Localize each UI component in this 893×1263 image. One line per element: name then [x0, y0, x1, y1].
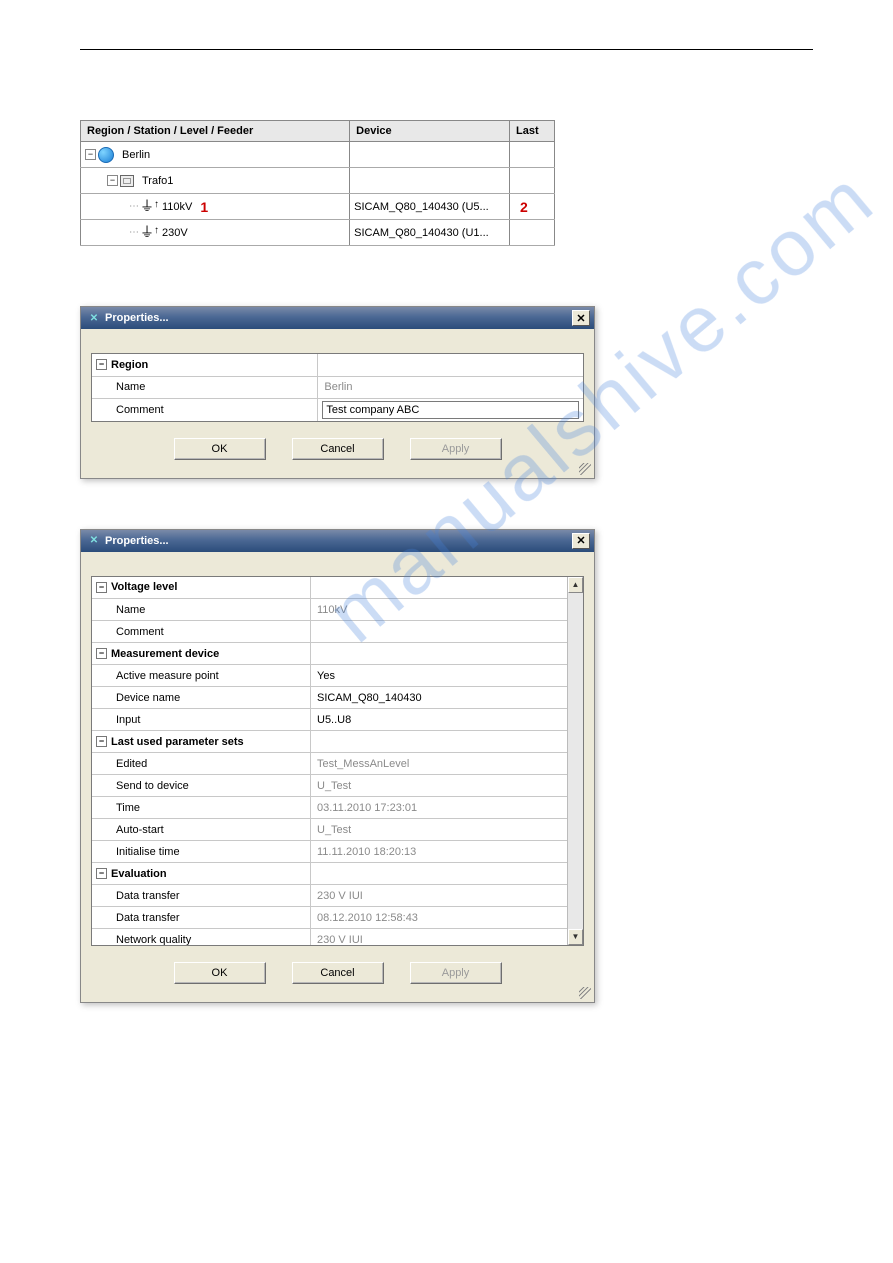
collapse-icon[interactable]: − [96, 868, 107, 879]
prop-label: Initialise time [92, 841, 311, 863]
dialog-title: Properties... [105, 312, 169, 324]
prop-label: Data transfer [92, 907, 311, 929]
tree-last-cell [510, 220, 555, 246]
prop-label: Send to device [92, 775, 311, 797]
tree-item-label[interactable]: 110kV [162, 201, 192, 213]
prop-value[interactable]: U5..U8 [311, 709, 568, 731]
resize-grip[interactable] [579, 987, 591, 999]
apply-button[interactable]: Apply [410, 962, 502, 984]
prop-label: Device name [92, 687, 311, 709]
prop-value[interactable]: SICAM_Q80_140430 [311, 687, 568, 709]
prop-comment-label: Comment [92, 398, 318, 421]
callout-marker: 1 [200, 199, 208, 215]
ok-button[interactable]: OK [174, 962, 266, 984]
tree-device-cell[interactable]: SICAM_Q80_140430 (U1... [350, 220, 510, 246]
properties-dialog-region: ✕ Properties... ✕ −Region Name Berlin Co… [80, 306, 595, 479]
properties-dialog-voltage: ✕ Properties... ✕ −Voltage levelName110k… [80, 529, 595, 1003]
tree-item-label[interactable]: 230V [162, 227, 188, 239]
tree-col-last[interactable]: Last [510, 121, 555, 142]
tree-device-cell[interactable]: SICAM_Q80_140430 (U5... [350, 194, 510, 220]
close-icon[interactable]: ✕ [572, 310, 590, 326]
scroll-up-icon[interactable]: ▲ [568, 577, 583, 593]
prop-value[interactable]: Yes [311, 665, 568, 687]
tree-device-cell[interactable] [350, 142, 510, 168]
apply-button[interactable]: Apply [410, 438, 502, 460]
collapse-icon[interactable]: − [96, 736, 107, 747]
ok-button[interactable]: OK [174, 438, 266, 460]
prop-value: 03.11.2010 17:23:01 [311, 797, 568, 819]
callout-marker: 2 [520, 199, 528, 215]
prop-value: 08.12.2010 12:58:43 [311, 907, 568, 929]
section-header[interactable]: −Evaluation [92, 863, 311, 885]
expander-icon[interactable]: − [107, 175, 118, 186]
app-icon: ✕ [87, 534, 101, 548]
level-icon: ⏚↑ [140, 199, 154, 214]
tree-item-label[interactable]: Berlin [122, 149, 150, 161]
app-icon: ✕ [87, 311, 101, 325]
tree-last-cell [510, 168, 555, 194]
globe-icon [98, 147, 114, 163]
prop-label: Active measure point [92, 665, 311, 687]
prop-value: 110kV [311, 599, 568, 621]
cancel-button[interactable]: Cancel [292, 438, 384, 460]
prop-label: Data transfer [92, 885, 311, 907]
tree-device-cell[interactable] [350, 168, 510, 194]
tree-col-device[interactable]: Device [350, 121, 510, 142]
close-icon[interactable]: ✕ [572, 533, 590, 549]
tree-col-region[interactable]: Region / Station / Level / Feeder [81, 121, 350, 142]
tree-last-cell [510, 142, 555, 168]
prop-value: 230 V IUI [311, 929, 568, 945]
prop-label: Name [92, 599, 311, 621]
expander-icon[interactable]: − [85, 149, 96, 160]
dialog-title: Properties... [105, 535, 169, 547]
collapse-icon[interactable]: − [96, 582, 107, 593]
prop-value: 230 V IUI [311, 885, 568, 907]
prop-label: Edited [92, 753, 311, 775]
prop-label: Time [92, 797, 311, 819]
tree-last-cell: 2 [510, 194, 555, 220]
prop-value: U_Test [311, 819, 568, 841]
tree-table: Region / Station / Level / Feeder Device… [80, 120, 555, 246]
scrollbar[interactable]: ▲ ▼ [567, 577, 583, 945]
level-icon: ⏚↑ [140, 225, 154, 240]
folder-icon [120, 175, 134, 187]
prop-value: Test_MessAnLevel [311, 753, 568, 775]
collapse-icon[interactable]: − [96, 359, 107, 370]
prop-label: Input [92, 709, 311, 731]
titlebar[interactable]: ✕ Properties... ✕ [81, 307, 594, 329]
prop-label: Network quality [92, 929, 311, 945]
prop-value: U_Test [311, 775, 568, 797]
page-rule [80, 40, 813, 50]
prop-value: 11.11.2010 18:20:13 [311, 841, 568, 863]
prop-label: Auto-start [92, 819, 311, 841]
scroll-down-icon[interactable]: ▼ [568, 929, 583, 945]
tree-connector: ⋯ [129, 201, 138, 212]
prop-comment-input[interactable] [322, 401, 579, 419]
prop-value[interactable] [311, 621, 568, 643]
titlebar[interactable]: ✕ Properties... ✕ [81, 530, 594, 552]
tree-connector: ⋯ [129, 227, 138, 238]
cancel-button[interactable]: Cancel [292, 962, 384, 984]
prop-label: Comment [92, 621, 311, 643]
resize-grip[interactable] [579, 463, 591, 475]
tree-item-label[interactable]: Trafo1 [142, 175, 173, 187]
section-header[interactable]: −Region [92, 354, 318, 376]
prop-name-value: Berlin [318, 376, 583, 398]
section-header[interactable]: −Last used parameter sets [92, 731, 311, 753]
section-header[interactable]: −Voltage level [92, 577, 311, 599]
prop-name-label: Name [92, 376, 318, 398]
collapse-icon[interactable]: − [96, 648, 107, 659]
section-header[interactable]: −Measurement device [92, 643, 311, 665]
